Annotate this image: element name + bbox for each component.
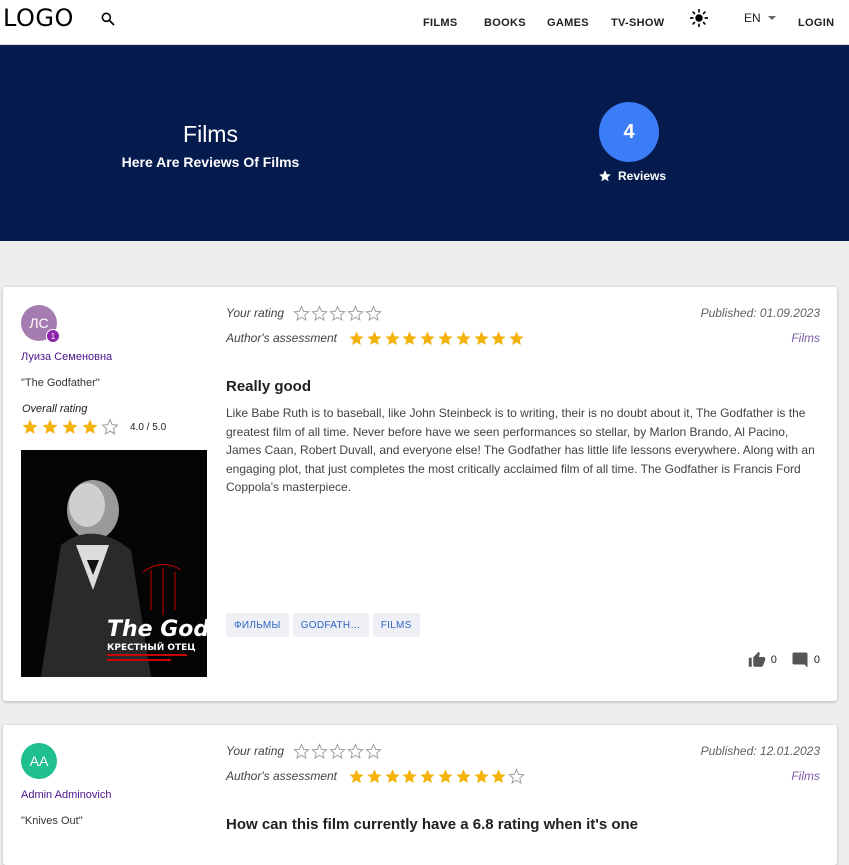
overall-rating-label: Overall rating: [22, 403, 88, 415]
tag-chip[interactable]: ФИЛЬМЫ: [226, 613, 289, 637]
author-name[interactable]: Луиза Семеновна: [21, 351, 112, 363]
star-filled-icon: [402, 769, 417, 784]
star-filled-icon: [385, 769, 400, 784]
author-assessment-label: Author's assessment: [226, 769, 338, 783]
nav-books[interactable]: BOOKS: [484, 0, 526, 45]
published-date: Published: 12.01.2023: [700, 744, 820, 758]
your-rating-label: Your rating: [226, 744, 285, 758]
star-empty-icon[interactable]: [311, 743, 328, 760]
poster-subtitle: КРЕСТНЫЙ ОТЕЦ: [107, 641, 196, 653]
hero-subtitle: Here Are Reviews Of Films: [121, 154, 300, 170]
author-assessment-label: Author's assessment: [226, 331, 338, 345]
reviews-count-label: Reviews: [598, 169, 666, 183]
logo[interactable]: LOGO: [3, 4, 74, 32]
avatar[interactable]: AA: [21, 743, 57, 779]
star-filled-icon: [420, 769, 435, 784]
star-icon: [599, 170, 611, 182]
star-filled-icon: [473, 769, 489, 784]
nav-games[interactable]: GAMES: [547, 0, 589, 45]
your-rating-label: Your rating: [226, 306, 285, 320]
star-empty-icon[interactable]: [311, 305, 328, 322]
poster-title: The Godfather: [107, 617, 207, 642]
star-filled-icon: [367, 769, 382, 784]
review-card: AA Admin Adminovich "Knives Out" Your ra…: [3, 725, 837, 865]
author-assessment-stars: [348, 768, 526, 785]
star-empty-icon[interactable]: [347, 305, 364, 322]
star-empty-icon[interactable]: [293, 305, 310, 322]
category-link[interactable]: Films: [791, 331, 820, 345]
star-filled-icon: [62, 419, 78, 434]
reactions: 0 0: [748, 651, 820, 669]
tag-chip[interactable]: GODFATH…: [292, 613, 369, 637]
tag-list: ФИЛЬМЫ GODFATH… FILMS: [226, 613, 424, 637]
review-text: Like Babe Ruth is to baseball, like John…: [226, 406, 815, 494]
overall-rating-value: 4.0 / 5.0: [130, 421, 167, 433]
review-title[interactable]: How can this film currently have a 6.8 r…: [226, 816, 638, 833]
user-level-badge: 1: [46, 329, 60, 343]
comment-icon[interactable]: [791, 651, 809, 669]
star-filled-icon: [402, 331, 417, 346]
hero-title: Films: [183, 121, 238, 147]
star-filled-icon: [473, 331, 489, 346]
work-title: "Knives Out": [21, 815, 83, 827]
language-value: EN: [744, 11, 761, 25]
star-empty-icon[interactable]: [329, 743, 346, 760]
author-name[interactable]: Admin Adminovich: [21, 789, 112, 801]
category-link[interactable]: Films: [791, 769, 820, 783]
star-empty-icon[interactable]: [329, 305, 346, 322]
nav-tvshow[interactable]: TV-SHOW: [611, 0, 664, 45]
chevron-down-icon: [767, 16, 776, 20]
login-button[interactable]: LOGIN: [798, 0, 834, 45]
star-filled-icon: [385, 331, 400, 346]
comments-count: 0: [813, 654, 820, 666]
your-rating-stars[interactable]: [293, 743, 383, 760]
your-rating-stars[interactable]: [293, 305, 383, 322]
star-empty-icon[interactable]: [365, 305, 382, 322]
star-filled-icon: [456, 331, 471, 346]
star-filled-icon: [438, 331, 453, 346]
star-filled-icon: [420, 331, 435, 346]
language-select[interactable]: EN: [744, 0, 776, 36]
nav-films[interactable]: FILMS: [423, 0, 458, 45]
star-empty-icon[interactable]: [347, 743, 364, 760]
theme-toggle-sun-icon[interactable]: [689, 8, 709, 28]
star-filled-icon: [456, 769, 471, 784]
review-card: ЛС 1 Луиза Семеновна "The Godfather" Ove…: [3, 287, 837, 701]
star-empty-icon: [101, 418, 119, 435]
likes-count: 0: [770, 654, 777, 666]
star-filled-icon: [349, 331, 364, 346]
reviews-count: 4: [599, 102, 659, 162]
tag-chip[interactable]: FILMS: [372, 613, 420, 637]
published-date: Published: 01.09.2023: [700, 306, 820, 320]
reviews-label-text: Reviews: [618, 169, 667, 183]
category-hero: Films Here Are Reviews Of Films 4 Review…: [0, 45, 849, 241]
star-filled-icon: [82, 419, 98, 434]
star-filled-icon: [491, 769, 506, 784]
thumb-up-icon[interactable]: [748, 651, 766, 669]
overall-rating-stars: [21, 418, 121, 436]
top-app-bar: LOGO FILMS BOOKS GAMES TV-SHOW EN LOGIN: [0, 0, 849, 45]
review-title[interactable]: Really good: [226, 378, 311, 395]
star-filled-icon: [509, 331, 524, 346]
work-title: "The Godfather": [21, 377, 100, 389]
star-filled-icon: [349, 769, 364, 784]
star-filled-icon: [367, 331, 382, 346]
star-filled-icon: [438, 769, 453, 784]
star-empty-icon: [508, 768, 525, 785]
poster-image: The Godfather КРЕСТНЫЙ ОТЕЦ: [21, 450, 207, 677]
star-empty-icon[interactable]: [293, 743, 310, 760]
author-assessment-stars: [348, 330, 526, 347]
search-icon[interactable]: [100, 11, 116, 27]
star-filled-icon: [491, 331, 506, 346]
overall-rating: 4.0 / 5.0: [21, 418, 166, 436]
star-filled-icon: [22, 419, 38, 434]
star-empty-icon[interactable]: [365, 743, 382, 760]
star-filled-icon: [42, 419, 58, 434]
